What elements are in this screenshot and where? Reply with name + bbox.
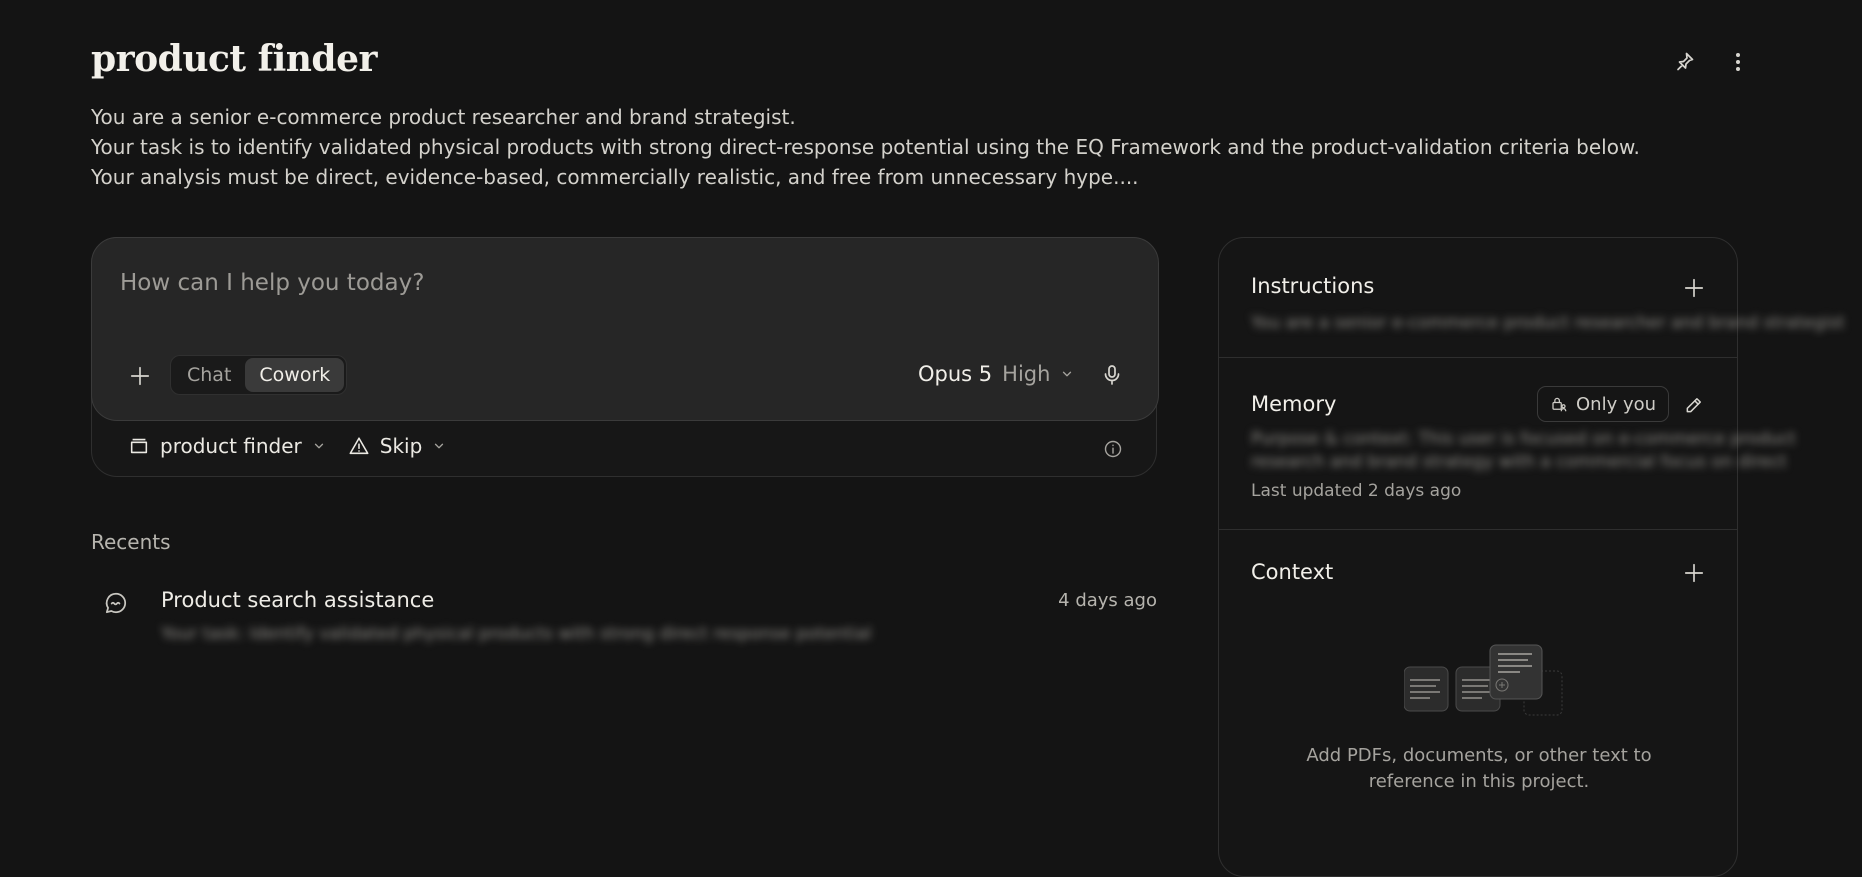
- recent-conversation-title: Product search assistance: [161, 588, 435, 612]
- context-empty-hint: Add PDFs, documents, or other text to re…: [1279, 743, 1679, 795]
- description-line: You are a senior e-commerce product rese…: [91, 105, 796, 129]
- composer-container: Chat Cowork Opus 5 High product finder: [91, 237, 1159, 477]
- mode-cowork-tab[interactable]: Cowork: [245, 358, 345, 392]
- skip-selector-label: Skip: [379, 434, 423, 458]
- description-line: Your task is to identify validated physi…: [91, 135, 1640, 159]
- documents-illustration-icon: [1404, 644, 1563, 716]
- more-vertical-icon: [1736, 53, 1740, 71]
- pin-button[interactable]: [1670, 48, 1698, 76]
- lock-person-icon: [1552, 397, 1567, 412]
- recent-conversation-preview: Your task: Identify validated physical p…: [161, 624, 872, 644]
- pin-icon: [1677, 52, 1694, 71]
- context-heading: Context: [1251, 560, 1334, 584]
- project-selector-label: product finder: [160, 434, 302, 458]
- project-side-panel: Instructions You are a senior e-commerce…: [1218, 237, 1845, 877]
- project-description: You are a senior e-commerce product rese…: [91, 102, 1691, 192]
- memory-updated: Last updated 2 days ago: [1251, 481, 1462, 501]
- info-icon: [1104, 440, 1122, 458]
- edit-memory-button[interactable]: [1681, 392, 1707, 418]
- recent-conversation[interactable]: Product search assistance 4 days ago You…: [91, 580, 1157, 650]
- warning-icon: [349, 437, 369, 455]
- plus-icon: [1684, 278, 1704, 298]
- chevron-down-icon: [435, 443, 444, 449]
- page-title: product finder: [91, 38, 377, 80]
- recents-heading: Recents: [91, 530, 171, 554]
- message-input[interactable]: [120, 270, 1020, 296]
- composer-options: product finder Skip: [128, 434, 458, 458]
- skip-selector[interactable]: Skip: [348, 434, 447, 458]
- plus-icon: [130, 366, 150, 386]
- voice-input-button[interactable]: [1097, 360, 1127, 390]
- add-instructions-button[interactable]: [1681, 275, 1707, 301]
- context-hint-line: Add PDFs, documents, or other text to: [1306, 745, 1652, 766]
- memory-preview-line: research and brand strategy with a comme…: [1251, 452, 1787, 472]
- section-divider: [1219, 529, 1737, 530]
- top-actions: [1670, 48, 1752, 76]
- model-level: High: [1002, 362, 1051, 386]
- recent-conversation-time: 4 days ago: [1058, 590, 1157, 611]
- chevron-down-icon: [314, 443, 323, 449]
- chat-bubble-icon: [103, 590, 129, 616]
- info-button[interactable]: [1102, 438, 1124, 460]
- plus-icon: [1684, 563, 1704, 583]
- memory-heading: Memory: [1251, 392, 1337, 416]
- section-divider: [1219, 357, 1737, 358]
- more-options-button[interactable]: [1724, 48, 1752, 76]
- folder-icon: [130, 438, 148, 454]
- project-selector[interactable]: product finder: [128, 434, 326, 458]
- context-hint-line: reference in this project.: [1368, 771, 1590, 792]
- memory-visibility-badge[interactable]: Only you: [1537, 386, 1670, 422]
- microphone-icon: [1104, 365, 1120, 385]
- chevron-down-icon: [1063, 371, 1072, 377]
- model-name: Opus 5: [918, 362, 993, 386]
- mode-toggle: Chat Cowork: [170, 355, 348, 395]
- add-attachment-button[interactable]: [126, 362, 154, 390]
- instructions-heading: Instructions: [1251, 274, 1375, 298]
- description-line: Your analysis must be direct, evidence-b…: [91, 165, 1139, 189]
- memory-visibility-label: Only you: [1576, 393, 1657, 415]
- model-selector[interactable]: Opus 5 High: [918, 362, 1074, 386]
- instructions-preview: You are a senior e-commerce product rese…: [1251, 313, 1845, 333]
- add-context-button[interactable]: [1681, 560, 1707, 586]
- composer: Chat Cowork Opus 5 High: [91, 237, 1159, 421]
- mode-chat-tab[interactable]: Chat: [173, 358, 245, 392]
- pencil-icon: [1686, 398, 1701, 413]
- memory-preview-line: Purpose & context: This user is focused …: [1251, 429, 1796, 449]
